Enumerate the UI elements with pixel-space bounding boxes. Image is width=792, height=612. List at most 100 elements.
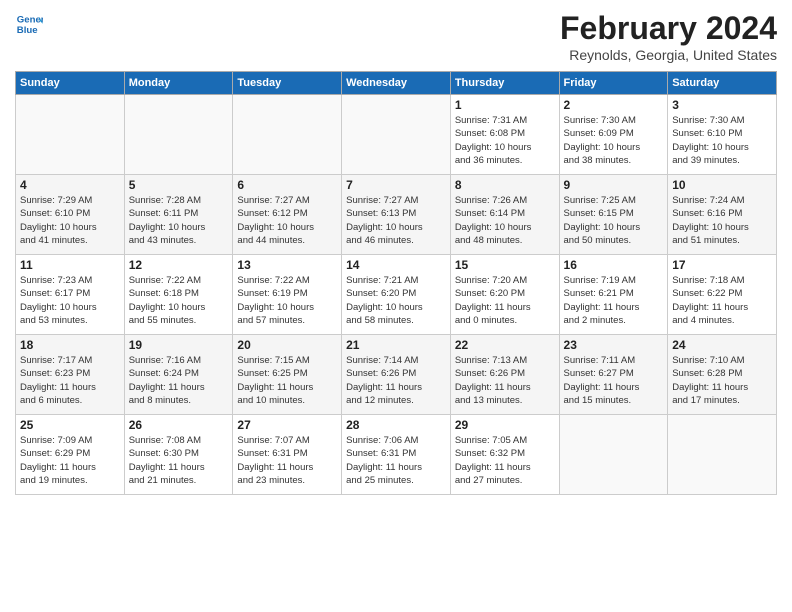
page-title: February 2024 xyxy=(560,10,777,47)
day-number: 21 xyxy=(346,338,446,352)
calendar-cell: 20 Sunrise: 7:15 AM Sunset: 6:25 PM Dayli… xyxy=(233,335,342,415)
calendar-cell: 24Sunrise: 7:10 AM Sunset: 6:28 PM Dayli… xyxy=(668,335,777,415)
calendar-cell: 16 Sunrise: 7:19 AM Sunset: 6:21 PM Dayli… xyxy=(559,255,668,335)
day-number: 27 xyxy=(237,418,337,432)
calendar-cell: 11 Sunrise: 7:23 AM Sunset: 6:17 PM Dayli… xyxy=(16,255,125,335)
day-info: Sunrise: 7:07 AM Sunset: 6:31 PM Dayligh… xyxy=(237,434,337,487)
day-info: Sunrise: 7:11 AM Sunset: 6:27 PM Dayligh… xyxy=(564,354,664,407)
day-number: 13 xyxy=(237,258,337,272)
day-info: Sunrise: 7:09 AM Sunset: 6:29 PM Dayligh… xyxy=(20,434,120,487)
day-info: Sunrise: 7:16 AM Sunset: 6:24 PM Dayligh… xyxy=(129,354,229,407)
day-number: 19 xyxy=(129,338,229,352)
calendar-cell: 23 Sunrise: 7:11 AM Sunset: 6:27 PM Dayli… xyxy=(559,335,668,415)
day-info: Sunrise: 7:08 AM Sunset: 6:30 PM Dayligh… xyxy=(129,434,229,487)
day-number: 28 xyxy=(346,418,446,432)
day-info: Sunrise: 7:17 AM Sunset: 6:23 PM Dayligh… xyxy=(20,354,120,407)
calendar-cell: 9 Sunrise: 7:25 AM Sunset: 6:15 PM Daylig… xyxy=(559,175,668,255)
calendar-header-saturday: Saturday xyxy=(668,72,777,95)
day-info: Sunrise: 7:22 AM Sunset: 6:18 PM Dayligh… xyxy=(129,274,229,327)
calendar-week-row: 11 Sunrise: 7:23 AM Sunset: 6:17 PM Dayli… xyxy=(16,255,777,335)
day-info: Sunrise: 7:26 AM Sunset: 6:14 PM Dayligh… xyxy=(455,194,555,247)
calendar-cell: 12 Sunrise: 7:22 AM Sunset: 6:18 PM Dayli… xyxy=(124,255,233,335)
day-number: 12 xyxy=(129,258,229,272)
day-number: 10 xyxy=(672,178,772,192)
day-info: Sunrise: 7:31 AM Sunset: 6:08 PM Dayligh… xyxy=(455,114,555,167)
calendar-header-sunday: Sunday xyxy=(16,72,125,95)
day-info: Sunrise: 7:21 AM Sunset: 6:20 PM Dayligh… xyxy=(346,274,446,327)
page-subtitle: Reynolds, Georgia, United States xyxy=(560,47,777,63)
calendar-header-thursday: Thursday xyxy=(450,72,559,95)
logo-icon: General Blue xyxy=(15,10,43,38)
calendar-header-row: SundayMondayTuesdayWednesdayThursdayFrid… xyxy=(16,72,777,95)
calendar-cell xyxy=(668,415,777,495)
calendar-week-row: 4Sunrise: 7:29 AM Sunset: 6:10 PM Daylig… xyxy=(16,175,777,255)
logo: General Blue xyxy=(15,10,43,38)
page-header: General Blue February 2024 Reynolds, Geo… xyxy=(15,10,777,63)
day-number: 1 xyxy=(455,98,555,112)
calendar-table: SundayMondayTuesdayWednesdayThursdayFrid… xyxy=(15,71,777,495)
calendar-cell: 25 Sunrise: 7:09 AM Sunset: 6:29 PM Dayli… xyxy=(16,415,125,495)
day-info: Sunrise: 7:19 AM Sunset: 6:21 PM Dayligh… xyxy=(564,274,664,327)
day-number: 29 xyxy=(455,418,555,432)
day-number: 26 xyxy=(129,418,229,432)
calendar-cell: 6 Sunrise: 7:27 AM Sunset: 6:12 PM Daylig… xyxy=(233,175,342,255)
day-number: 9 xyxy=(564,178,664,192)
calendar-cell: 14 Sunrise: 7:21 AM Sunset: 6:20 PM Dayli… xyxy=(342,255,451,335)
day-number: 3 xyxy=(672,98,772,112)
day-info: Sunrise: 7:05 AM Sunset: 6:32 PM Dayligh… xyxy=(455,434,555,487)
title-block: February 2024 Reynolds, Georgia, United … xyxy=(560,10,777,63)
calendar-cell xyxy=(559,415,668,495)
day-number: 6 xyxy=(237,178,337,192)
calendar-cell xyxy=(124,95,233,175)
day-number: 22 xyxy=(455,338,555,352)
svg-text:General: General xyxy=(17,14,43,25)
day-info: Sunrise: 7:27 AM Sunset: 6:13 PM Dayligh… xyxy=(346,194,446,247)
calendar-header-monday: Monday xyxy=(124,72,233,95)
calendar-cell: 1 Sunrise: 7:31 AM Sunset: 6:08 PM Daylig… xyxy=(450,95,559,175)
day-info: Sunrise: 7:10 AM Sunset: 6:28 PM Dayligh… xyxy=(672,354,772,407)
day-number: 23 xyxy=(564,338,664,352)
day-number: 20 xyxy=(237,338,337,352)
day-number: 18 xyxy=(20,338,120,352)
day-number: 8 xyxy=(455,178,555,192)
day-number: 17 xyxy=(672,258,772,272)
calendar-cell: 21 Sunrise: 7:14 AM Sunset: 6:26 PM Dayli… xyxy=(342,335,451,415)
day-info: Sunrise: 7:25 AM Sunset: 6:15 PM Dayligh… xyxy=(564,194,664,247)
day-info: Sunrise: 7:30 AM Sunset: 6:10 PM Dayligh… xyxy=(672,114,772,167)
day-info: Sunrise: 7:22 AM Sunset: 6:19 PM Dayligh… xyxy=(237,274,337,327)
calendar-cell: 29 Sunrise: 7:05 AM Sunset: 6:32 PM Dayli… xyxy=(450,415,559,495)
day-number: 15 xyxy=(455,258,555,272)
day-info: Sunrise: 7:20 AM Sunset: 6:20 PM Dayligh… xyxy=(455,274,555,327)
calendar-cell: 3 Sunrise: 7:30 AM Sunset: 6:10 PM Daylig… xyxy=(668,95,777,175)
day-info: Sunrise: 7:30 AM Sunset: 6:09 PM Dayligh… xyxy=(564,114,664,167)
calendar-cell: 28 Sunrise: 7:06 AM Sunset: 6:31 PM Dayli… xyxy=(342,415,451,495)
day-number: 25 xyxy=(20,418,120,432)
calendar-cell: 27 Sunrise: 7:07 AM Sunset: 6:31 PM Dayli… xyxy=(233,415,342,495)
day-number: 11 xyxy=(20,258,120,272)
calendar-cell: 13 Sunrise: 7:22 AM Sunset: 6:19 PM Dayli… xyxy=(233,255,342,335)
calendar-cell: 5Sunrise: 7:28 AM Sunset: 6:11 PM Daylig… xyxy=(124,175,233,255)
day-info: Sunrise: 7:15 AM Sunset: 6:25 PM Dayligh… xyxy=(237,354,337,407)
calendar-cell: 18 Sunrise: 7:17 AM Sunset: 6:23 PM Dayli… xyxy=(16,335,125,415)
calendar-cell: 7 Sunrise: 7:27 AM Sunset: 6:13 PM Daylig… xyxy=(342,175,451,255)
day-number: 14 xyxy=(346,258,446,272)
day-number: 16 xyxy=(564,258,664,272)
day-number: 7 xyxy=(346,178,446,192)
calendar-cell: 10 Sunrise: 7:24 AM Sunset: 6:16 PM Dayli… xyxy=(668,175,777,255)
day-info: Sunrise: 7:06 AM Sunset: 6:31 PM Dayligh… xyxy=(346,434,446,487)
calendar-cell xyxy=(342,95,451,175)
day-info: Sunrise: 7:18 AM Sunset: 6:22 PM Dayligh… xyxy=(672,274,772,327)
day-info: Sunrise: 7:23 AM Sunset: 6:17 PM Dayligh… xyxy=(20,274,120,327)
day-info: Sunrise: 7:27 AM Sunset: 6:12 PM Dayligh… xyxy=(237,194,337,247)
calendar-week-row: 18 Sunrise: 7:17 AM Sunset: 6:23 PM Dayli… xyxy=(16,335,777,415)
day-info: Sunrise: 7:28 AM Sunset: 6:11 PM Dayligh… xyxy=(129,194,229,247)
calendar-week-row: 25 Sunrise: 7:09 AM Sunset: 6:29 PM Dayli… xyxy=(16,415,777,495)
day-info: Sunrise: 7:13 AM Sunset: 6:26 PM Dayligh… xyxy=(455,354,555,407)
day-info: Sunrise: 7:24 AM Sunset: 6:16 PM Dayligh… xyxy=(672,194,772,247)
calendar-cell: 19 Sunrise: 7:16 AM Sunset: 6:24 PM Dayli… xyxy=(124,335,233,415)
calendar-header-tuesday: Tuesday xyxy=(233,72,342,95)
calendar-cell: 22 Sunrise: 7:13 AM Sunset: 6:26 PM Dayli… xyxy=(450,335,559,415)
calendar-header-friday: Friday xyxy=(559,72,668,95)
day-info: Sunrise: 7:14 AM Sunset: 6:26 PM Dayligh… xyxy=(346,354,446,407)
day-number: 2 xyxy=(564,98,664,112)
